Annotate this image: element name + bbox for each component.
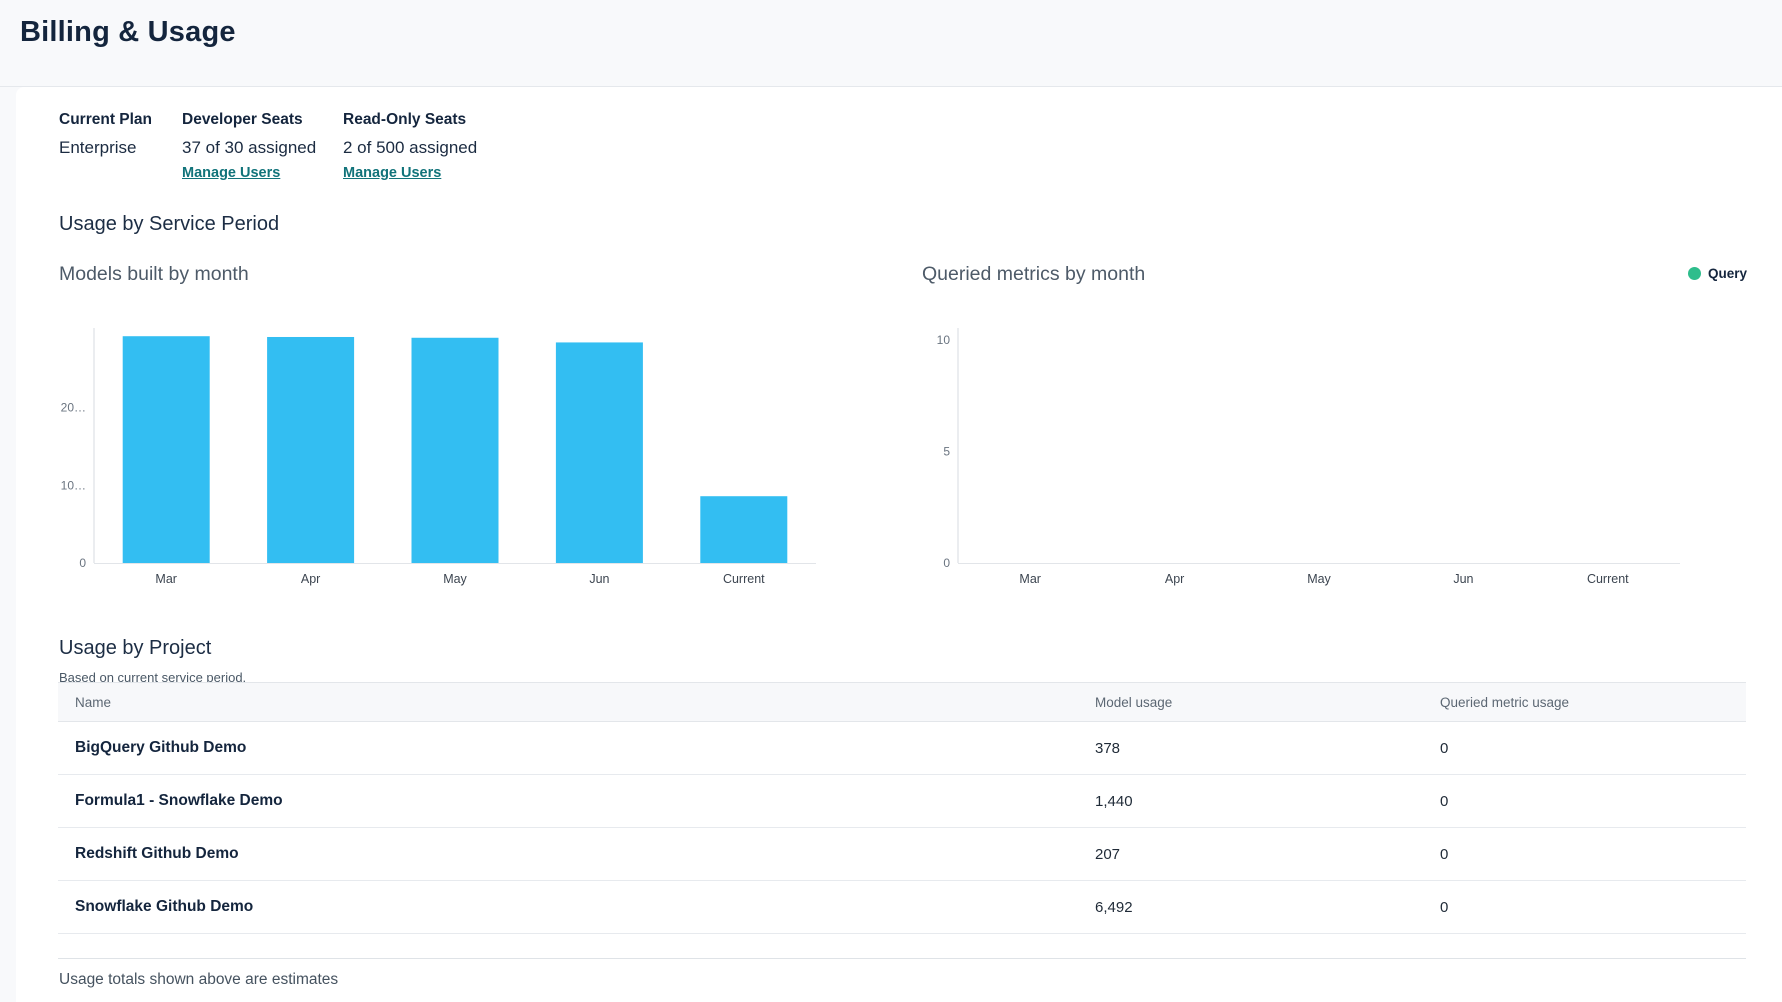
svg-text:Jun: Jun [589, 572, 609, 586]
usage-section-title: Usage by Service Period [59, 213, 279, 236]
current-plan-value: Enterprise [59, 138, 152, 158]
models-chart-title: Models built by month [59, 263, 249, 286]
current-plan-block: Current Plan Enterprise [59, 111, 152, 158]
svg-text:0: 0 [943, 556, 950, 570]
project-name-cell: Redshift Github Demo [58, 845, 1095, 863]
svg-text:0: 0 [79, 556, 86, 570]
column-header-queried-metric-usage: Queried metric usage [1440, 695, 1746, 710]
svg-text:Mar: Mar [1019, 572, 1041, 586]
table-row: Formula1 - Snowflake Demo1,4400 [58, 775, 1746, 828]
queried-chart-title: Queried metrics by month [922, 263, 1145, 286]
svg-text:Apr: Apr [1165, 572, 1184, 586]
readonly-seats-block: Read-Only Seats 2 of 500 assigned Manage… [343, 111, 477, 182]
table-footer-divider [58, 958, 1746, 959]
queried-metric-usage-cell: 0 [1440, 740, 1746, 757]
svg-text:Jun: Jun [1453, 572, 1473, 586]
svg-text:Mar: Mar [155, 572, 177, 586]
table-body: BigQuery Github Demo3780Formula1 - Snowf… [58, 722, 1746, 934]
query-legend-dot-icon [1688, 267, 1701, 280]
svg-text:5: 5 [943, 445, 950, 459]
table-header-row: Name Model usage Queried metric usage [58, 682, 1746, 722]
model-usage-cell: 1,440 [1095, 793, 1440, 810]
svg-text:Current: Current [723, 572, 765, 586]
billing-card: Current Plan Enterprise Developer Seats … [16, 87, 1782, 1002]
project-table-title: Usage by Project [59, 637, 211, 660]
svg-text:10…: 10… [61, 478, 86, 492]
current-plan-label: Current Plan [59, 111, 152, 129]
model-usage-cell: 207 [1095, 846, 1440, 863]
developer-seats-label: Developer Seats [182, 111, 316, 129]
queried-metric-usage-cell: 0 [1440, 846, 1746, 863]
usage-footnote: Usage totals shown above are estimates [59, 971, 338, 989]
models-built-chart: 0 10… 20… Mar Apr May Jun Current [60, 320, 850, 605]
svg-text:10: 10 [937, 333, 951, 347]
table-row: Snowflake Github Demo6,4920 [58, 881, 1746, 934]
svg-text:May: May [443, 572, 467, 586]
project-name-cell: Snowflake Github Demo [58, 898, 1095, 916]
column-header-model-usage: Model usage [1095, 695, 1440, 710]
svg-text:20…: 20… [61, 401, 86, 415]
project-name-cell: BigQuery Github Demo [58, 739, 1095, 757]
model-usage-cell: 378 [1095, 740, 1440, 757]
manage-users-link-developer[interactable]: Manage Users [182, 165, 280, 181]
readonly-seats-value: 2 of 500 assigned [343, 138, 477, 158]
model-usage-cell: 6,492 [1095, 899, 1440, 916]
queried-metric-usage-cell: 0 [1440, 793, 1746, 810]
top-header-bar: Billing & Usage [0, 0, 1782, 87]
table-row: Redshift Github Demo2070 [58, 828, 1746, 881]
query-legend-label: Query [1708, 266, 1747, 281]
table-row: BigQuery Github Demo3780 [58, 722, 1746, 775]
project-name-cell: Formula1 - Snowflake Demo [58, 792, 1095, 810]
developer-seats-value: 37 of 30 assigned [182, 138, 316, 158]
page-title: Billing & Usage [20, 16, 236, 49]
svg-text:Current: Current [1587, 572, 1629, 586]
queried-metrics-chart: 0 5 10 Mar Apr May Jun Current [924, 320, 1714, 605]
query-legend: Query [1688, 266, 1747, 281]
column-header-name: Name [58, 695, 1095, 710]
developer-seats-block: Developer Seats 37 of 30 assigned Manage… [182, 111, 316, 182]
manage-users-link-readonly[interactable]: Manage Users [343, 165, 441, 181]
queried-metric-usage-cell: 0 [1440, 899, 1746, 916]
usage-by-project-table: Name Model usage Queried metric usage Bi… [58, 682, 1746, 934]
svg-text:Apr: Apr [301, 572, 320, 586]
readonly-seats-label: Read-Only Seats [343, 111, 477, 129]
svg-text:May: May [1307, 572, 1331, 586]
